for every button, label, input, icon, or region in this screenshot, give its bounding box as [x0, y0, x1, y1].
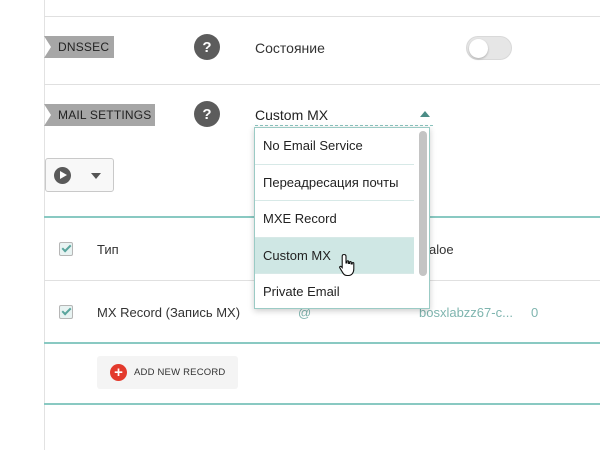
left-border — [44, 0, 45, 450]
plus-icon: + — [110, 364, 127, 381]
column-header-type[interactable]: Тип — [97, 242, 119, 257]
column-header-value[interactable]: aloe — [429, 242, 454, 257]
toggle-knob — [469, 39, 488, 58]
table-bottom-border — [44, 403, 600, 405]
mail-settings-help-icon[interactable]: ? — [194, 101, 220, 127]
dropdown-option-highlighted[interactable]: Custom MX — [255, 237, 414, 274]
dropdown-option[interactable]: Private Email — [255, 274, 414, 308]
chevron-down-icon — [91, 173, 101, 179]
record-type: MX Record (Запись MX) — [97, 305, 241, 320]
dnssec-help-icon[interactable]: ? — [194, 34, 220, 60]
record-priority[interactable]: 0 — [531, 305, 538, 320]
check-icon — [61, 242, 72, 253]
mail-settings-label: MAIL SETTINGS — [44, 104, 155, 126]
hand-cursor-icon — [339, 253, 355, 277]
dns-settings-panel: DNSSEC ? Состояние MAIL SETTINGS ? Custo… — [0, 0, 600, 450]
divider — [44, 84, 600, 85]
dropdown-option[interactable]: Переадресация почты — [255, 165, 414, 201]
table-row-border — [44, 342, 600, 344]
chevron-up-icon[interactable] — [420, 111, 430, 117]
play-icon — [54, 167, 71, 184]
row-checkbox[interactable] — [59, 305, 73, 319]
add-new-record-button[interactable]: + ADD NEW RECORD — [97, 356, 238, 389]
mail-settings-dropdown[interactable]: No Email Service Переадресация почты MXE… — [254, 127, 430, 309]
dnssec-toggle[interactable] — [466, 36, 512, 60]
actions-menu-button[interactable] — [45, 158, 114, 192]
dropdown-option[interactable]: No Email Service — [255, 128, 414, 165]
mail-settings-select[interactable]: Custom MX — [255, 104, 433, 126]
record-value[interactable]: bosxlabzz67-c... — [419, 305, 513, 320]
divider — [44, 16, 600, 17]
dropdown-option[interactable]: MXE Record — [255, 201, 414, 238]
add-new-record-label: ADD NEW RECORD — [134, 367, 226, 378]
dnssec-status-label: Состояние — [255, 40, 325, 56]
dropdown-scrollbar[interactable] — [419, 131, 427, 276]
dnssec-label: DNSSEC — [44, 36, 114, 58]
select-all-checkbox[interactable] — [59, 242, 73, 256]
check-icon — [61, 305, 72, 316]
